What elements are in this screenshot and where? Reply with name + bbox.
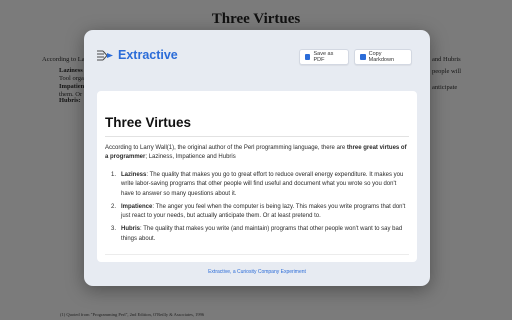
article-preview: Three Virtues According to Larry Wall(1)…: [97, 91, 417, 262]
item-text: : The quality that makes you go to great…: [121, 172, 404, 197]
list-item: 2. Impatience: The anger you feel when th…: [111, 203, 409, 222]
background-footnote: (1) Quoted from "Programming Perl", 2nd …: [60, 312, 205, 317]
virtues-list: 1. Laziness: The quality that makes you g…: [111, 171, 409, 248]
background-text: anticipate: [432, 84, 458, 91]
item-text: : The quality that makes you write (and …: [121, 226, 403, 242]
item-term: Hubris: [121, 226, 141, 233]
extractive-panel: Extractive Save as PDF Copy Markdown Thr…: [84, 30, 430, 286]
footer-credit-link[interactable]: Extractive, a Curiosity Company Experime…: [84, 269, 430, 275]
copy-markdown-label: Copy Markdown: [368, 51, 395, 63]
background-text: According to La: [42, 56, 85, 63]
background-title: Three Virtues: [211, 11, 301, 27]
article-bottom-divider: [105, 254, 409, 255]
copy-markdown-button[interactable]: Copy Markdown: [354, 49, 412, 65]
panel-header: Extractive Save as PDF Copy Markdown: [84, 30, 430, 84]
item-term: Impatience: [121, 203, 153, 210]
extractive-logo-icon: [97, 50, 113, 61]
background-text: Impatienc: [59, 83, 88, 90]
item-number: 3.: [111, 226, 117, 233]
save-as-pdf-label: Save as PDF: [313, 51, 334, 63]
item-text: : The anger you feel when the computer i…: [121, 203, 406, 220]
item-number: 2.: [111, 203, 117, 210]
background-text: Hubris:: [59, 97, 81, 104]
intro-text-end: ; Laziness, Impatience and Hubris: [145, 154, 236, 161]
background-text: people will: [432, 68, 462, 75]
title-divider: [105, 136, 409, 137]
background-text: Laziness: [59, 67, 83, 74]
background-text: and Hubris: [432, 56, 461, 63]
save-as-pdf-button[interactable]: Save as PDF: [299, 49, 349, 65]
list-item: 1. Laziness: The quality that makes you g…: [111, 171, 409, 199]
item-number: 1.: [111, 172, 117, 178]
copy-icon: [360, 54, 366, 60]
brand-name: Extractive: [118, 48, 178, 62]
pdf-icon: [305, 54, 311, 60]
article-intro: According to Larry Wall(1), the original…: [105, 144, 407, 163]
article-title: Three Virtues: [105, 115, 192, 130]
list-item: 3. Hubris: The quality that makes you wri…: [111, 225, 409, 244]
intro-text: According to Larry Wall(1), the original…: [105, 145, 347, 151]
item-term: Laziness: [121, 172, 147, 178]
background-text: Tool orga: [59, 75, 84, 82]
